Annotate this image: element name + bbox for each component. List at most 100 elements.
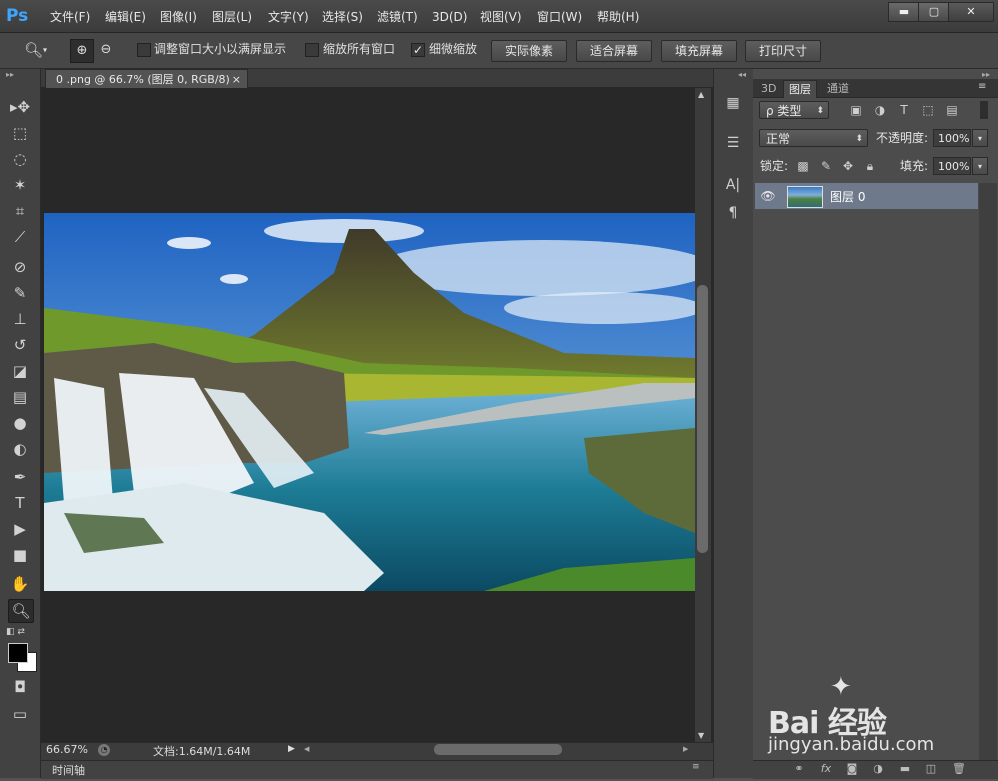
new-group-icon[interactable]: ▬ — [896, 760, 914, 778]
blend-mode-select[interactable]: 正常 ⬍ — [759, 129, 868, 147]
horizontal-scroll-thumb[interactable] — [434, 744, 562, 755]
filter-smart-object-icon[interactable]: ▤ — [944, 101, 960, 119]
collapse-tools-icon[interactable]: ▸▸ — [6, 70, 14, 79]
blend-mode-value: 正常 — [766, 132, 791, 146]
blur-tool-icon[interactable]: ● — [8, 412, 32, 434]
eraser-tool-icon[interactable]: ◪ — [8, 360, 32, 382]
default-colors-icon[interactable]: ◧ ⇄ — [6, 627, 25, 637]
zoom-in-icon[interactable]: ⊕ — [70, 39, 94, 63]
gradient-tool-icon[interactable]: ▤ — [8, 386, 32, 408]
tab-layers[interactable]: 图层 — [783, 80, 817, 98]
magic-wand-tool-icon[interactable]: ✶ — [8, 174, 32, 196]
crop-tool-icon[interactable]: ⌗ — [8, 200, 32, 222]
fill-dropdown-icon[interactable]: ▾ — [972, 157, 988, 175]
opacity-dropdown-icon[interactable]: ▾ — [972, 129, 988, 147]
close-window-button[interactable]: ✕ — [948, 2, 994, 22]
pen-tool-icon[interactable]: ✒ — [8, 466, 32, 488]
timeline-tab[interactable]: 时间轴 — [52, 762, 85, 778]
filter-adjustment-icon[interactable]: ◑ — [872, 101, 888, 119]
fit-screen-button[interactable]: 适合屏幕 — [576, 40, 652, 62]
menu-image[interactable]: 图像(I) — [160, 0, 197, 32]
filter-pixel-icon[interactable]: ▣ — [848, 101, 864, 119]
vertical-scroll-thumb[interactable] — [697, 285, 708, 553]
lock-pixels-icon[interactable]: ✎ — [818, 157, 834, 175]
actual-pixels-button[interactable]: 实际像素 — [491, 40, 567, 62]
foreground-color-swatch[interactable] — [8, 643, 28, 663]
zoom-level[interactable]: 66.67% — [46, 743, 88, 756]
menu-view[interactable]: 视图(V) — [480, 0, 522, 32]
maximize-button[interactable]: ▢ — [918, 2, 950, 22]
scroll-right-icon[interactable]: ▶ — [683, 745, 688, 753]
fill-field[interactable]: 100% — [933, 157, 971, 175]
clone-stamp-tool-icon[interactable]: ⊥ — [8, 308, 32, 330]
status-menu-arrow-icon[interactable]: ▶ — [288, 744, 295, 754]
eye-icon[interactable]: 👁︎ — [760, 188, 776, 204]
filter-type-icon[interactable]: T — [896, 101, 912, 119]
menu-window[interactable]: 窗口(W) — [537, 0, 582, 32]
lock-position-icon[interactable]: ✥ — [840, 157, 856, 175]
canvas-image[interactable] — [44, 213, 695, 591]
character-panel-icon[interactable]: A| — [722, 174, 744, 196]
filter-shape-icon[interactable]: ⬚ — [920, 101, 936, 119]
hand-tool-icon[interactable]: ✋ — [8, 573, 32, 595]
collapse-dock-icon[interactable]: ◂◂ — [738, 70, 746, 79]
adjustment-layer-icon[interactable]: ◑ — [869, 760, 887, 778]
history-panel-icon[interactable]: ▦ — [722, 92, 744, 114]
tab-3d[interactable]: 3D — [756, 80, 781, 97]
document-tab-title: 0 .png @ 66.7% (图层 0, RGB/8) — [56, 73, 230, 86]
add-mask-icon[interactable]: ◙ — [843, 760, 861, 778]
panel-menu-icon[interactable]: ≡ — [978, 81, 986, 92]
menu-file[interactable]: 文件(F) — [50, 0, 90, 32]
zoom-all-checkbox[interactable] — [305, 43, 319, 57]
rectangle-tool-icon[interactable]: ■ — [8, 544, 32, 566]
marquee-tool-icon[interactable]: ⬚ — [8, 122, 32, 144]
scrubby-zoom-checkbox[interactable]: ✓ — [411, 43, 425, 57]
zoom-tool-preset-icon[interactable]: 🔍︎▾ — [24, 40, 54, 60]
lock-all-icon[interactable]: 🔒︎ — [862, 157, 878, 175]
tab-channels[interactable]: 通道 — [822, 80, 854, 97]
zoom-out-icon[interactable]: ⊖ — [95, 39, 117, 61]
dodge-tool-icon[interactable]: ◐ — [8, 438, 32, 460]
filter-toggle-switch[interactable] — [980, 101, 988, 119]
delete-layer-icon[interactable]: 🗑︎ — [950, 760, 968, 778]
scroll-down-icon[interactable]: ▼ — [698, 731, 704, 740]
brush-tool-icon[interactable]: ✎ — [8, 282, 32, 304]
healing-brush-tool-icon[interactable]: ⊘ — [8, 256, 32, 278]
minimize-button[interactable]: ▬ — [888, 2, 920, 22]
menu-filter[interactable]: 滤镜(T) — [377, 0, 418, 32]
path-selection-tool-icon[interactable]: ▶ — [8, 518, 32, 540]
fill-screen-button[interactable]: 填充屏幕 — [661, 40, 737, 62]
menu-edit[interactable]: 编辑(E) — [105, 0, 146, 32]
lasso-tool-icon[interactable]: ◌ — [8, 148, 32, 170]
layer-style-icon[interactable]: fx — [817, 760, 835, 778]
eyedropper-tool-icon[interactable]: ⟋ — [8, 226, 32, 248]
paragraph-panel-icon[interactable]: ¶ — [722, 202, 744, 224]
timeline-menu-icon[interactable]: ≡ — [692, 762, 700, 772]
close-tab-icon[interactable]: × — [232, 70, 241, 89]
fit-window-checkbox[interactable] — [137, 43, 151, 57]
menu-help[interactable]: 帮助(H) — [597, 0, 639, 32]
zoom-tool-icon[interactable]: 🔍︎ — [8, 599, 34, 623]
collapse-panel-icon[interactable]: ▸▸ — [982, 70, 990, 79]
new-layer-icon[interactable]: ◫ — [922, 760, 940, 778]
opacity-field[interactable]: 100% — [933, 129, 971, 147]
history-brush-tool-icon[interactable]: ↺ — [8, 334, 32, 356]
menu-layer[interactable]: 图层(L) — [212, 0, 252, 32]
properties-panel-icon[interactable]: ☰ — [722, 132, 744, 154]
type-tool-icon[interactable]: T — [8, 492, 32, 514]
menu-type[interactable]: 文字(Y) — [268, 0, 309, 32]
status-info-icon[interactable]: ◔ — [98, 744, 110, 756]
menu-select[interactable]: 选择(S) — [322, 0, 363, 32]
screen-mode-icon[interactable]: ▭ — [8, 703, 32, 725]
print-size-button[interactable]: 打印尺寸 — [745, 40, 821, 62]
document-tab[interactable]: 0 .png @ 66.7% (图层 0, RGB/8) × — [45, 69, 248, 88]
move-tool-icon[interactable]: ▸✥ — [8, 96, 32, 118]
layer-name[interactable]: 图层 0 — [830, 188, 865, 205]
menu-3d[interactable]: 3D(D) — [432, 0, 467, 32]
scroll-up-icon[interactable]: ▲ — [698, 90, 704, 99]
filter-kind-select[interactable]: ρ 类型 ⬍ — [759, 101, 829, 119]
scroll-left-icon[interactable]: ◀ — [304, 745, 309, 753]
quick-mask-icon[interactable]: ◘ — [8, 676, 32, 698]
link-layers-icon[interactable]: ⚭ — [790, 760, 808, 778]
lock-transparency-icon[interactable]: ▩ — [795, 157, 811, 175]
